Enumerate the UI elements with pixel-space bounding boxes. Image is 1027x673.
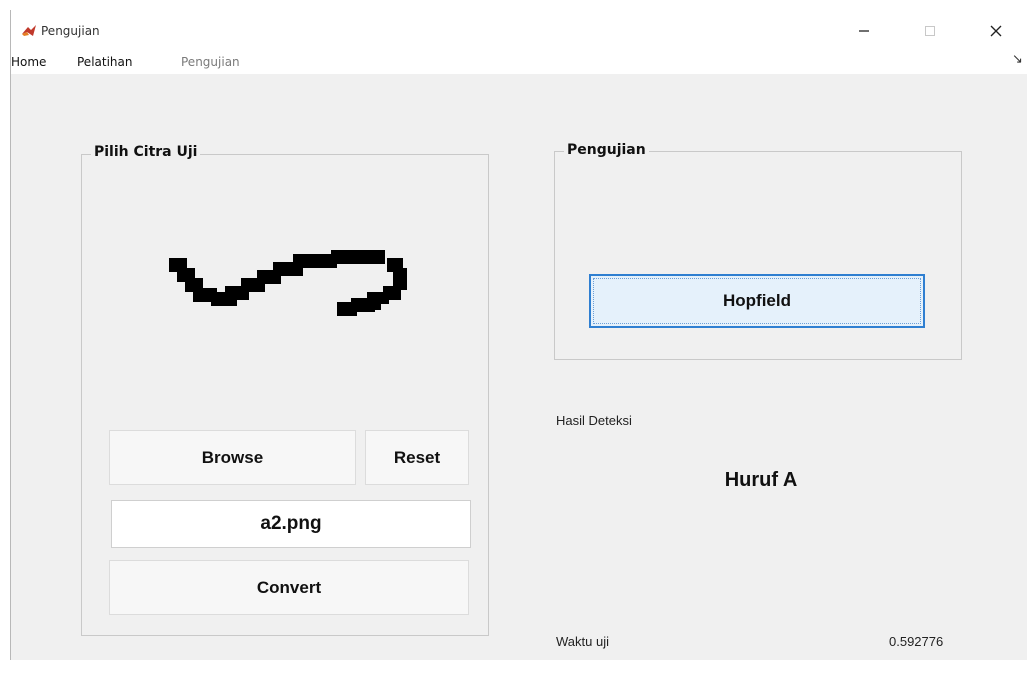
hasil-deteksi-label: Hasil Deteksi: [556, 413, 632, 428]
content-area: Pilih Citra Uji Browse Reset a2.png Conv…: [11, 74, 1027, 660]
detection-result: Huruf A: [724, 469, 798, 491]
reset-button[interactable]: Reset: [365, 430, 469, 485]
citra-uji-panel-title: Pilih Citra Uji: [91, 144, 201, 160]
convert-button[interactable]: Convert: [109, 560, 469, 615]
waktu-uji-value: 0.592776: [889, 634, 944, 649]
minimize-button[interactable]: [841, 16, 887, 46]
maximize-button[interactable]: [907, 16, 953, 46]
matlab-icon: [22, 25, 36, 36]
window-title: Pengujian: [41, 24, 100, 38]
menu-item-pengujian[interactable]: Pengujian: [181, 55, 240, 69]
hopfield-button[interactable]: Hopfield: [589, 274, 925, 328]
filename-field[interactable]: a2.png: [111, 500, 471, 548]
title-bar[interactable]: Pengujian: [11, 10, 1027, 50]
browse-button[interactable]: Browse: [109, 430, 356, 485]
close-icon: [990, 25, 1002, 37]
pengujian-panel: [554, 151, 962, 360]
waktu-uji-label: Waktu uji: [556, 634, 609, 649]
maximize-icon: [925, 26, 935, 36]
pengujian-panel-title: Pengujian: [564, 142, 649, 158]
hopfield-button-label: Hopfield: [723, 291, 791, 310]
preview-image: [169, 250, 407, 316]
menu-item-home[interactable]: Home: [11, 55, 46, 69]
close-button[interactable]: [973, 16, 1019, 46]
minimize-icon: [859, 30, 869, 32]
menu-bar: Home Pelatihan Pengujian ↘: [11, 50, 1027, 74]
app-window: Pengujian Home Pelatihan Pengujian ↘ Pil…: [10, 10, 1027, 660]
toolbar-arrow-icon[interactable]: ↘: [1012, 52, 1023, 67]
menu-item-pelatihan[interactable]: Pelatihan: [77, 55, 132, 69]
